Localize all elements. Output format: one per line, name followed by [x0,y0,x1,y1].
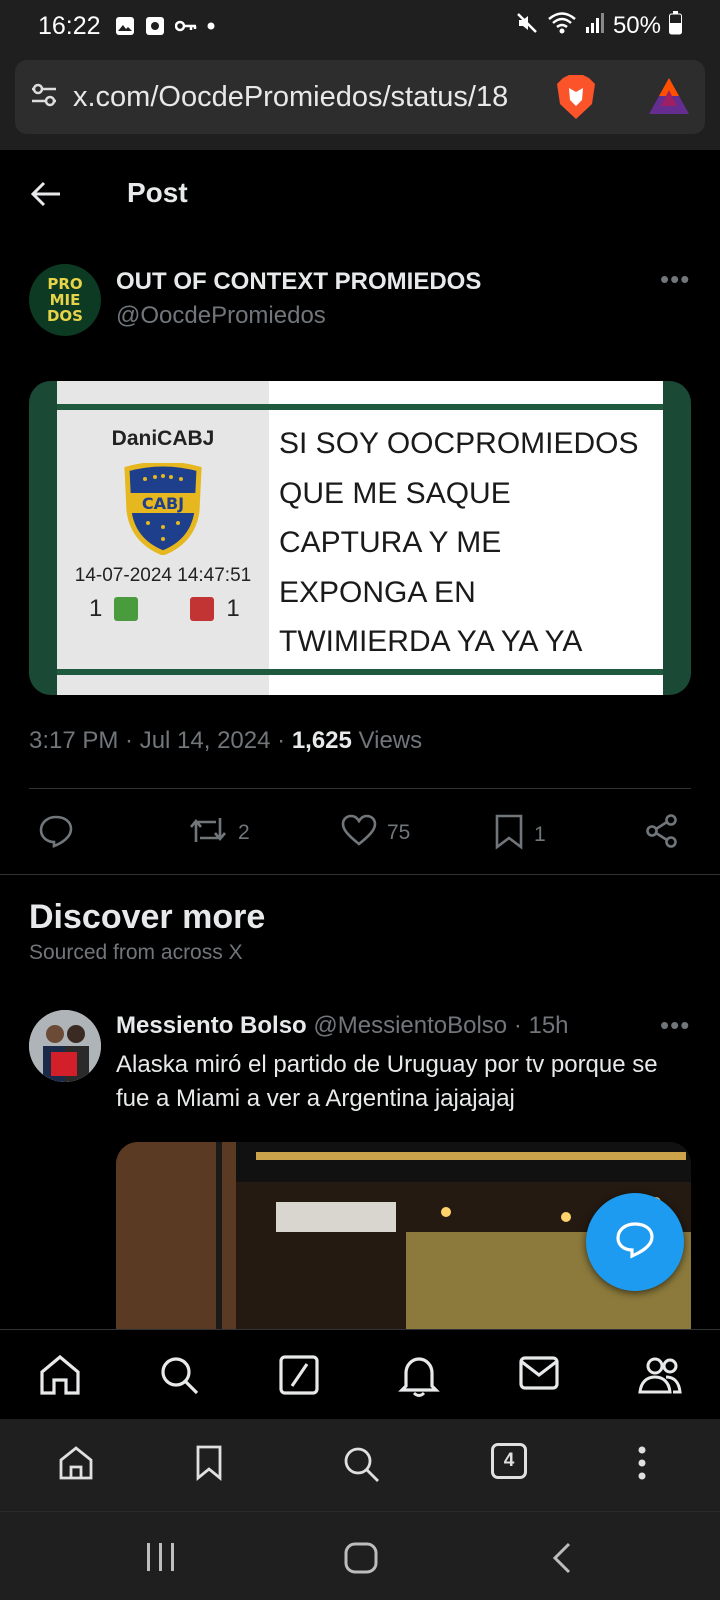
reply-button[interactable] [38,814,74,854]
notifications-icon[interactable] [398,1354,440,1403]
back-arrow-icon[interactable] [30,180,62,213]
meme-line: CAPTURA Y ME [279,526,502,559]
author-name[interactable]: OUT OF CONTEXT PROMIEDOS [116,268,481,296]
battery-percent: 50% [612,12,661,39]
post-image[interactable]: DaniCABJ CABJ 14-07-2024 14:47:51 1 1 SI… [29,381,691,695]
discover-subtitle: Sourced from across X [29,941,243,964]
system-back-icon[interactable] [552,1542,572,1579]
meme-line: TWIMIERDA YA YA YA [279,625,583,658]
more-options-icon[interactable]: ••• [660,264,690,295]
notification-dot-icon [207,22,215,30]
wifi-icon [547,11,577,42]
browser-bottom-bar: 4 [0,1419,720,1511]
views-label: Views [358,727,423,754]
tweet-author-handle[interactable]: @MessientoBolso [313,1012,507,1039]
meme-text: SI SOY OOCPROMIEDOS QUE ME SAQUE CAPTURA… [279,419,659,667]
tweet-more-icon[interactable]: ••• [660,1010,690,1041]
tweet-age: · 15h [513,1012,569,1039]
page-title: Post [127,177,188,208]
gallery-icon [115,16,135,36]
avatar-logo-line: MIE [49,291,81,309]
meme-line: QUE ME SAQUE [279,476,511,510]
home-icon[interactable] [38,1354,82,1401]
brave-shields-icon[interactable] [555,74,597,125]
site-settings-icon[interactable] [29,80,59,115]
status-time: 16:22 [38,11,101,40]
avatar-logo-line: DOS [46,307,83,325]
divider [29,788,691,789]
mute-icon [515,11,539,42]
dislike-count: 1 [226,595,240,622]
bookmark-count: 1 [534,823,546,846]
thumbs-up-icon [114,597,139,621]
divider-line [57,669,663,675]
url-text[interactable]: x.com/OocdePromiedos/status/18 [73,81,533,114]
browser-search-icon[interactable] [342,1445,380,1488]
rewards-icon[interactable] [647,76,691,121]
image-username: DaniCABJ [111,427,215,450]
share-button[interactable] [645,814,679,854]
screenshot-card: DaniCABJ CABJ 14-07-2024 14:47:51 1 1 SI… [57,381,663,695]
battery-icon [669,10,682,42]
thumbs-down-icon [190,597,215,621]
address-bar[interactable]: x.com/OocdePromiedos/status/18 [15,60,705,134]
section-divider [0,874,720,875]
tweet-header: Messiento Bolso @MessientoBolso · 15h [116,1012,569,1040]
vote-row: 1 1 [89,595,240,623]
repost-icon [188,814,228,852]
browser-home-icon[interactable] [58,1445,94,1486]
repost-button[interactable]: 2 [188,814,250,852]
browser-toolbar: x.com/OocdePromiedos/status/18 [0,52,720,150]
like-button[interactable]: 75 [341,814,410,852]
grok-icon[interactable] [278,1354,320,1401]
heart-icon [341,814,377,852]
recent-apps-icon[interactable] [145,1542,177,1577]
like-count: 1 [89,595,103,622]
communities-icon[interactable] [637,1354,683,1401]
system-nav-bar [0,1511,720,1600]
screenshot-icon [145,16,165,36]
status-bar: 16:22 50% [0,0,720,52]
meme-line: SI SOY OOCPROMIEDOS [279,427,639,460]
app-bottom-nav [0,1329,720,1419]
tweet-text[interactable]: Alaska miró el partido de Uruguay por tv… [116,1048,696,1116]
bookmark-icon [494,814,524,856]
post-meta: 3:17 PM · Jul 14, 2024 · 1,625 Views [29,727,422,755]
search-icon[interactable] [158,1354,200,1401]
chat-bubble-icon [615,1221,655,1264]
author-handle[interactable]: @OocdePromiedos [116,302,326,330]
tweet-author-name[interactable]: Messiento Bolso [116,1012,307,1039]
key-icon [174,19,197,33]
share-icon [645,814,679,854]
image-timestamp: 14-07-2024 14:47:51 [74,565,252,586]
bookmark-button[interactable]: 1 [494,814,546,856]
post-header: Post [0,150,720,242]
like-count: 75 [387,821,411,844]
post-time: 3:17 PM · Jul 14, 2024 · [29,727,286,754]
browser-menu-icon[interactable] [636,1445,648,1486]
signal-icon [585,12,605,41]
system-home-icon[interactable] [344,1542,378,1579]
boca-badge-icon: CABJ [123,461,203,560]
badge-text: CABJ [142,494,184,513]
divider-line [57,404,663,410]
discover-title: Discover more [29,898,266,936]
messages-icon[interactable] [518,1354,560,1397]
author-avatar[interactable]: PRO MIE DOS [29,264,101,336]
meme-line: EXPONGA EN [279,575,476,609]
tweet-avatar[interactable] [29,1010,101,1082]
repost-count: 2 [238,821,250,844]
action-bar: 2 75 1 [0,806,720,862]
compose-button[interactable] [586,1193,684,1291]
views-count[interactable]: 1,625 [292,727,352,754]
reply-icon [38,814,74,854]
avatar-logo-line: PRO [47,275,83,293]
browser-bookmarks-icon[interactable] [195,1445,223,1486]
tab-count-button[interactable]: 4 [491,1443,527,1479]
